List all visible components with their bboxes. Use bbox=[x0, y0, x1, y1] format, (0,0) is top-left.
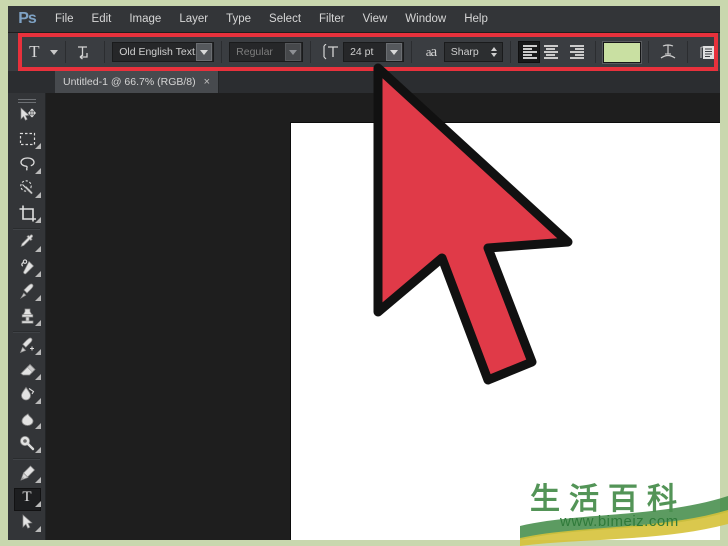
chevron-down-icon bbox=[390, 49, 399, 55]
align-center-button[interactable] bbox=[540, 41, 562, 63]
menu-filter[interactable]: Filter bbox=[310, 6, 354, 32]
menu-view[interactable]: View bbox=[354, 6, 397, 32]
tool-flyout-indicator bbox=[35, 192, 41, 198]
divider bbox=[647, 41, 649, 63]
active-tool-preset-icon[interactable]: T bbox=[22, 40, 47, 64]
tool-flyout-indicator bbox=[35, 422, 41, 429]
shape-tool[interactable] bbox=[8, 535, 46, 541]
font-family-value: Old English Text... bbox=[119, 46, 197, 58]
tool-flyout-indicator bbox=[35, 246, 41, 252]
eyedropper-tool[interactable] bbox=[8, 231, 46, 256]
chevron-down-icon bbox=[200, 49, 209, 55]
blur-tool[interactable] bbox=[8, 407, 46, 432]
anti-alias-value: Sharp bbox=[450, 46, 479, 58]
divider bbox=[104, 41, 106, 63]
warp-text-icon[interactable] bbox=[656, 40, 681, 64]
stepper-down-icon bbox=[490, 53, 497, 57]
history-brush-tool[interactable] bbox=[8, 334, 46, 359]
tool-flyout-indicator bbox=[35, 447, 41, 453]
move-tool[interactable] bbox=[8, 103, 46, 128]
align-left-button[interactable] bbox=[517, 41, 540, 63]
tool-flyout-indicator bbox=[35, 143, 41, 149]
divider bbox=[13, 227, 40, 229]
screenshot-root: Ps File Edit Image Layer Type Select Fil… bbox=[0, 0, 728, 546]
tool-flyout-indicator bbox=[35, 270, 41, 277]
tool-preset-chevron-down-icon[interactable] bbox=[49, 49, 58, 55]
text-alignment-group bbox=[517, 41, 588, 63]
tool-flyout-indicator bbox=[35, 167, 41, 174]
tools-panel: T bbox=[8, 93, 46, 540]
options-bar: T Old English Text... Regular 24 pt a a … bbox=[8, 33, 720, 71]
eraser-tool[interactable] bbox=[8, 358, 46, 383]
font-style-value: Regular bbox=[236, 46, 273, 58]
pen-tool[interactable] bbox=[8, 461, 46, 486]
tool-flyout-indicator bbox=[35, 349, 41, 355]
menu-select[interactable]: Select bbox=[260, 6, 310, 32]
tool-flyout-indicator bbox=[35, 216, 41, 223]
divider bbox=[64, 41, 66, 63]
menu-window[interactable]: Window bbox=[396, 6, 455, 32]
toggle-character-paragraph-panels-icon[interactable] bbox=[695, 40, 720, 64]
spot-healing-brush-tool[interactable] bbox=[8, 255, 46, 280]
divider bbox=[310, 41, 312, 63]
dodge-tool[interactable] bbox=[8, 432, 46, 457]
crop-tool[interactable] bbox=[8, 201, 46, 226]
quick-selection-tool[interactable] bbox=[8, 177, 46, 202]
tool-flyout-indicator bbox=[35, 398, 41, 404]
clone-stamp-tool[interactable] bbox=[8, 304, 46, 329]
font-family-select[interactable]: Old English Text... bbox=[112, 42, 215, 62]
divider bbox=[13, 458, 40, 459]
document-tab[interactable]: Untitled-1 @ 66.7% (RGB/8) × bbox=[55, 71, 220, 93]
document-canvas[interactable] bbox=[291, 123, 720, 540]
divider bbox=[221, 41, 223, 63]
align-right-button[interactable] bbox=[562, 41, 588, 63]
menu-type[interactable]: Type bbox=[217, 6, 260, 32]
tool-flyout-indicator bbox=[35, 295, 41, 301]
chevron-down-icon bbox=[289, 49, 298, 55]
panel-drag-handle[interactable] bbox=[8, 95, 45, 103]
photoshop-window: Ps File Edit Image Layer Type Select Fil… bbox=[8, 6, 720, 540]
tool-flyout-indicator bbox=[35, 319, 41, 326]
brush-tool[interactable] bbox=[8, 280, 46, 305]
tool-flyout-indicator bbox=[35, 501, 41, 507]
font-style-dropdown-button[interactable] bbox=[285, 43, 302, 61]
path-selection-tool[interactable] bbox=[8, 510, 46, 535]
divider bbox=[13, 330, 40, 332]
divider bbox=[411, 41, 413, 63]
menu-bar: Ps File Edit Image Layer Type Select Fil… bbox=[8, 6, 720, 32]
divider bbox=[687, 41, 689, 63]
tool-flyout-indicator bbox=[35, 476, 41, 483]
stepper-up-icon bbox=[490, 47, 497, 51]
document-tab-bar: Untitled-1 @ 66.7% (RGB/8) × bbox=[8, 71, 720, 93]
font-size-value: 24 pt bbox=[350, 46, 374, 58]
menu-edit[interactable]: Edit bbox=[83, 6, 121, 32]
gradient-tool[interactable] bbox=[8, 383, 46, 408]
tool-flyout-indicator bbox=[35, 525, 41, 532]
divider bbox=[509, 41, 511, 63]
document-tab-title: Untitled-1 @ 66.7% (RGB/8) bbox=[63, 76, 196, 88]
rectangular-marquee-tool[interactable] bbox=[8, 128, 46, 153]
font-size-dropdown-button[interactable] bbox=[386, 43, 403, 61]
canvas-workspace[interactable] bbox=[46, 93, 720, 540]
toggle-text-orientation-icon[interactable] bbox=[73, 40, 98, 64]
menu-help[interactable]: Help bbox=[455, 6, 497, 32]
font-family-dropdown-button[interactable] bbox=[196, 43, 213, 61]
lasso-tool[interactable] bbox=[8, 152, 46, 177]
type-tool-icon: T bbox=[22, 489, 32, 506]
font-size-icon bbox=[318, 40, 343, 64]
close-icon[interactable]: × bbox=[204, 76, 210, 88]
font-style-select[interactable]: Regular bbox=[229, 42, 304, 62]
photoshop-logo-icon: Ps bbox=[18, 10, 37, 27]
tool-flyout-indicator bbox=[35, 373, 41, 380]
text-color-swatch[interactable] bbox=[602, 41, 641, 63]
anti-alias-select[interactable]: Sharp bbox=[443, 42, 503, 62]
font-size-input[interactable]: 24 pt bbox=[343, 42, 405, 62]
horizontal-type-tool[interactable]: T bbox=[8, 486, 46, 511]
anti-alias-icon: aa bbox=[425, 43, 438, 60]
menu-layer[interactable]: Layer bbox=[170, 6, 217, 32]
menu-file[interactable]: File bbox=[46, 6, 83, 32]
menu-image[interactable]: Image bbox=[120, 6, 170, 32]
divider bbox=[594, 41, 596, 63]
anti-alias-stepper[interactable] bbox=[490, 47, 497, 57]
